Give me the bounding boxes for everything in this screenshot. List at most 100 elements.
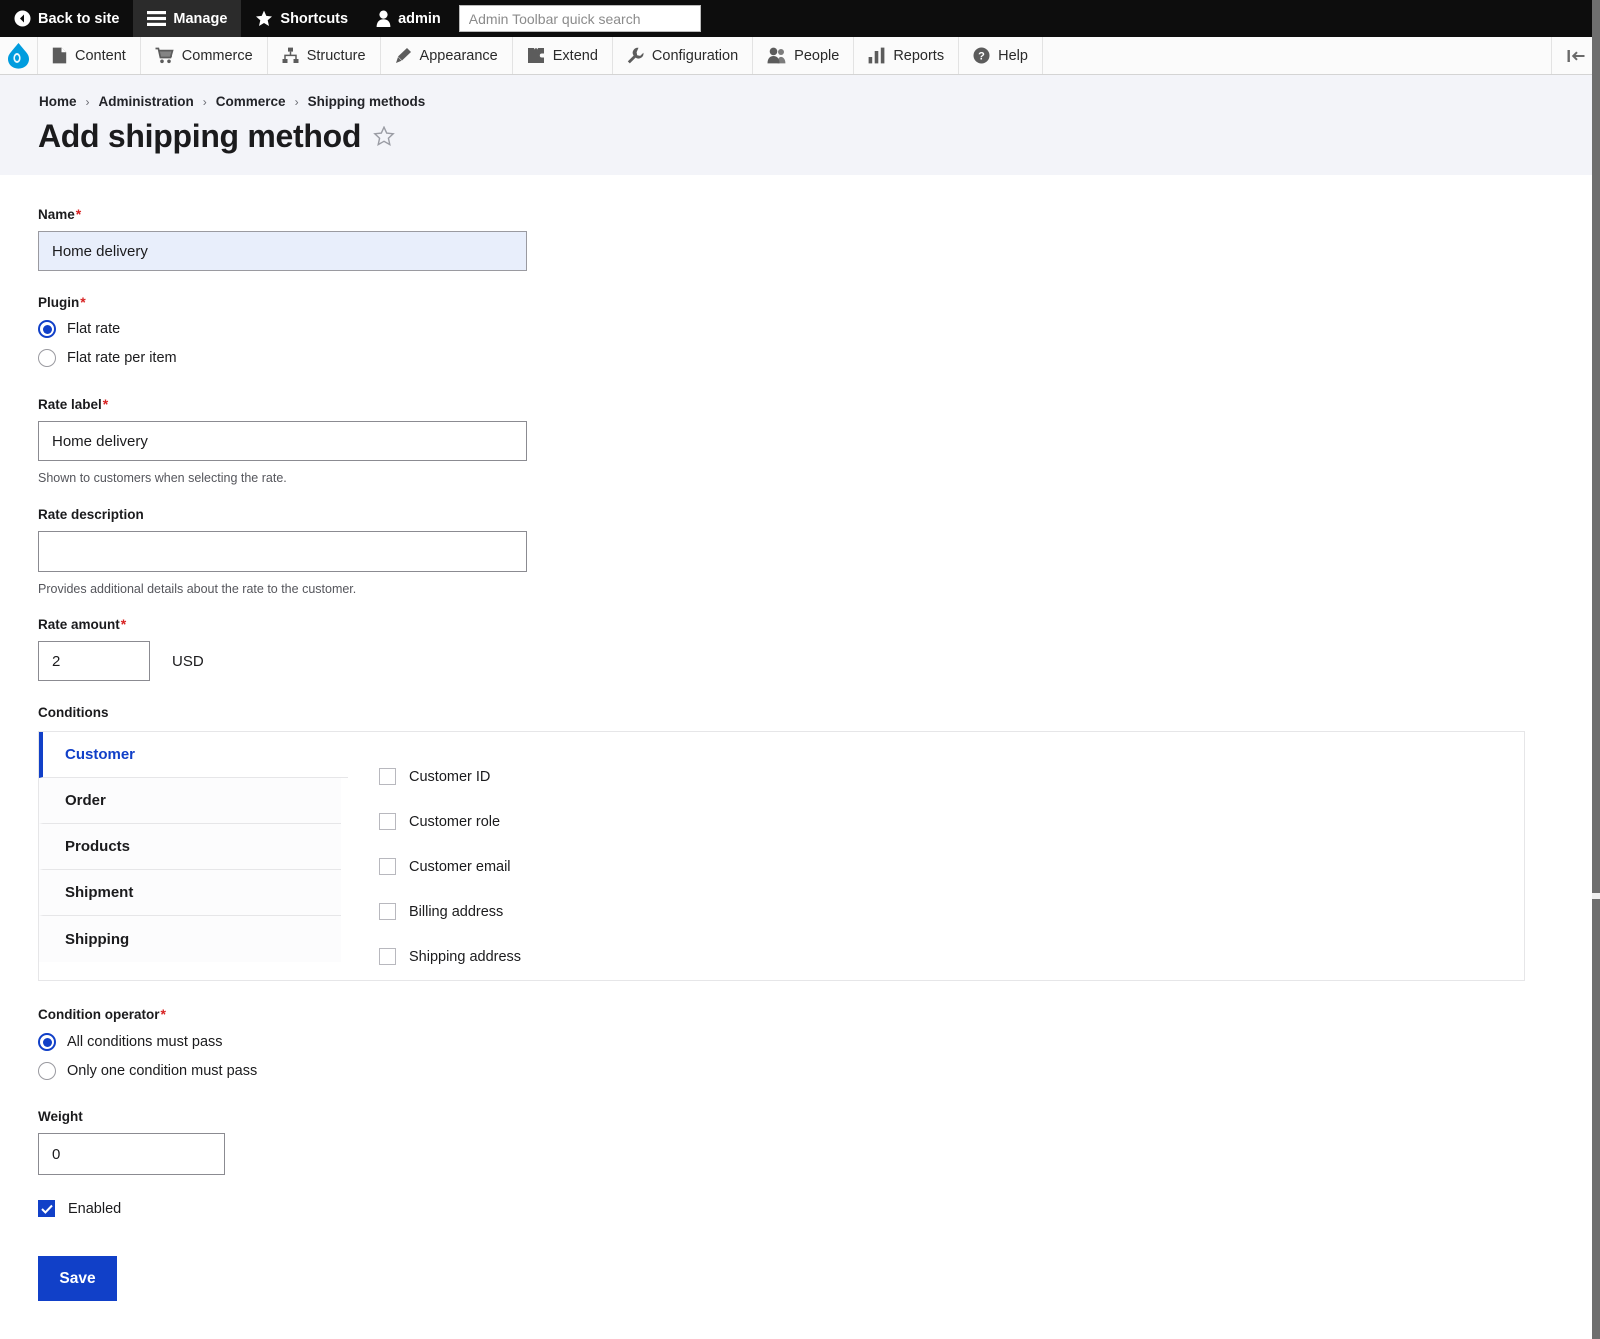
toolbar-tab-shortcuts[interactable]: Shortcuts [241,0,362,37]
condition-option-customer-role[interactable]: Customer role [379,799,1524,844]
page-scrollbar-thumb-lower[interactable] [1592,899,1600,1339]
breadcrumb-item-commerce[interactable]: Commerce [216,94,286,109]
radio-flat-rate[interactable] [38,320,56,338]
weight-label: Weight [38,1109,83,1124]
breadcrumb-item-shipping-methods[interactable]: Shipping methods [308,94,426,109]
required-marker: * [102,396,109,412]
back-to-site-button[interactable]: Back to site [0,0,133,37]
conditions-tab-panel-customer: Customer ID Customer role Customer email… [348,732,1524,980]
toolbar-tab-user[interactable]: admin [362,0,455,37]
required-marker: * [80,294,86,310]
puzzle-icon [527,47,545,64]
breadcrumb-separator-icon: › [294,94,299,109]
condition-option-label: Shipping address [409,948,522,965]
back-to-site-label: Back to site [38,10,120,27]
rate-label-description: Shown to customers when selecting the ra… [38,471,287,485]
enabled-label: Enabled [68,1200,122,1217]
condition-option-customer-id[interactable]: Customer ID [379,754,1524,799]
condition-option-billing-address[interactable]: Billing address [379,889,1524,934]
menu-label: Help [998,47,1028,64]
required-marker: * [160,1006,166,1022]
checkbox-customer-role[interactable] [379,813,396,830]
condition-operator-option-label: All conditions must pass [67,1034,223,1050]
checkbox-billing-address[interactable] [379,903,396,920]
menu-label: Configuration [651,47,739,64]
paintbrush-icon [395,47,412,64]
weight-input[interactable]: 0 [38,1133,225,1175]
people-icon [767,47,786,64]
conditions-tab-customer[interactable]: Customer [39,732,348,778]
conditions-tab-shipping[interactable]: Shipping [39,916,341,962]
condition-option-shipping-address[interactable]: Shipping address [379,934,1524,979]
menu-item-appearance[interactable]: Appearance [381,37,513,74]
condition-operator-label: Condition operator * [38,1006,166,1022]
user-label: admin [398,10,441,27]
menu-item-structure[interactable]: Structure [268,37,381,74]
rate-label-input[interactable]: Home delivery [38,421,527,461]
breadcrumb-separator-icon: › [85,94,90,109]
required-marker: * [120,616,127,632]
conditions-group: Conditions Customer Order Products Shipm… [38,705,1525,981]
toolbar-tab-manage[interactable]: Manage [133,0,242,37]
radio-flat-rate-per-item[interactable] [38,349,56,367]
drupal-logo[interactable] [0,37,38,74]
menu-item-people[interactable]: People [753,37,855,74]
question-circle-icon: ? [973,47,990,64]
rate-amount-input[interactable]: 2 [38,641,150,681]
radio-all-conditions[interactable] [38,1033,56,1051]
rate-description-field-group: Rate description Provides additional det… [38,507,527,596]
admin-toolbar: Back to site Manage Shortcuts admin [0,0,1600,37]
checkbox-customer-id[interactable] [379,768,396,785]
menu-item-content[interactable]: Content [38,37,141,74]
rate-amount-label: Rate amount * [38,616,127,632]
svg-text:?: ? [978,51,985,63]
menu-item-help[interactable]: ? Help [959,37,1043,74]
plugin-field-group: Plugin * Flat rate Flat rate per item [38,295,177,367]
rate-amount-currency: USD [172,652,204,670]
checkbox-customer-email[interactable] [379,858,396,875]
condition-operator-option-only-one[interactable]: Only one condition must pass [38,1062,257,1080]
plugin-label: Plugin * [38,294,86,310]
menu-label: Appearance [419,47,498,64]
plugin-option-flat-rate[interactable]: Flat rate [38,320,177,338]
rate-description-help: Provides additional details about the ra… [38,582,357,596]
page-scrollbar-track[interactable] [1592,0,1600,1339]
menu-item-commerce[interactable]: Commerce [141,37,268,74]
menu-item-configuration[interactable]: Configuration [613,37,754,74]
sitemap-icon [282,47,299,64]
checkbox-shipping-address[interactable] [379,948,396,965]
weight-field-group: Weight 0 [38,1109,225,1175]
conditions-tab-shipment[interactable]: Shipment [39,870,341,916]
rate-amount-field-group: Rate amount * 2 USD [38,617,204,681]
admin-quick-search-input[interactable] [458,5,701,32]
condition-option-customer-email[interactable]: Customer email [379,844,1524,889]
user-icon [376,10,391,27]
rate-label-label: Rate label * [38,396,109,412]
rate-description-label: Rate description [38,507,144,522]
condition-option-label: Billing address [409,903,504,920]
enabled-field-group[interactable]: Enabled [38,1200,121,1217]
breadcrumb-item-administration[interactable]: Administration [99,94,194,109]
save-button[interactable]: Save [38,1256,117,1301]
checkbox-enabled[interactable] [38,1200,55,1217]
name-label: Name * [38,206,82,222]
plugin-option-flat-rate-per-item[interactable]: Flat rate per item [38,349,177,367]
menu-item-reports[interactable]: Reports [854,37,960,74]
name-input[interactable]: Home delivery [38,231,527,271]
radio-only-one-condition[interactable] [38,1062,56,1080]
condition-option-label: Customer email [409,858,511,875]
star-outline-icon[interactable] [373,125,395,147]
breadcrumb-item-home[interactable]: Home [39,94,77,109]
menu-item-extend[interactable]: Extend [513,37,613,74]
page-scrollbar-thumb[interactable] [1592,0,1600,893]
conditions-tab-list: Customer Order Products Shipment Shippin… [39,732,348,962]
rate-description-input[interactable] [38,531,527,572]
breadcrumb-separator-icon: › [202,94,207,109]
menu-label: Extend [552,47,598,64]
hamburger-icon [147,11,167,26]
menu-spacer [1043,37,1552,74]
shortcuts-label: Shortcuts [280,10,349,27]
conditions-tab-order[interactable]: Order [39,778,341,824]
conditions-tab-products[interactable]: Products [39,824,341,870]
condition-operator-option-all[interactable]: All conditions must pass [38,1033,257,1051]
